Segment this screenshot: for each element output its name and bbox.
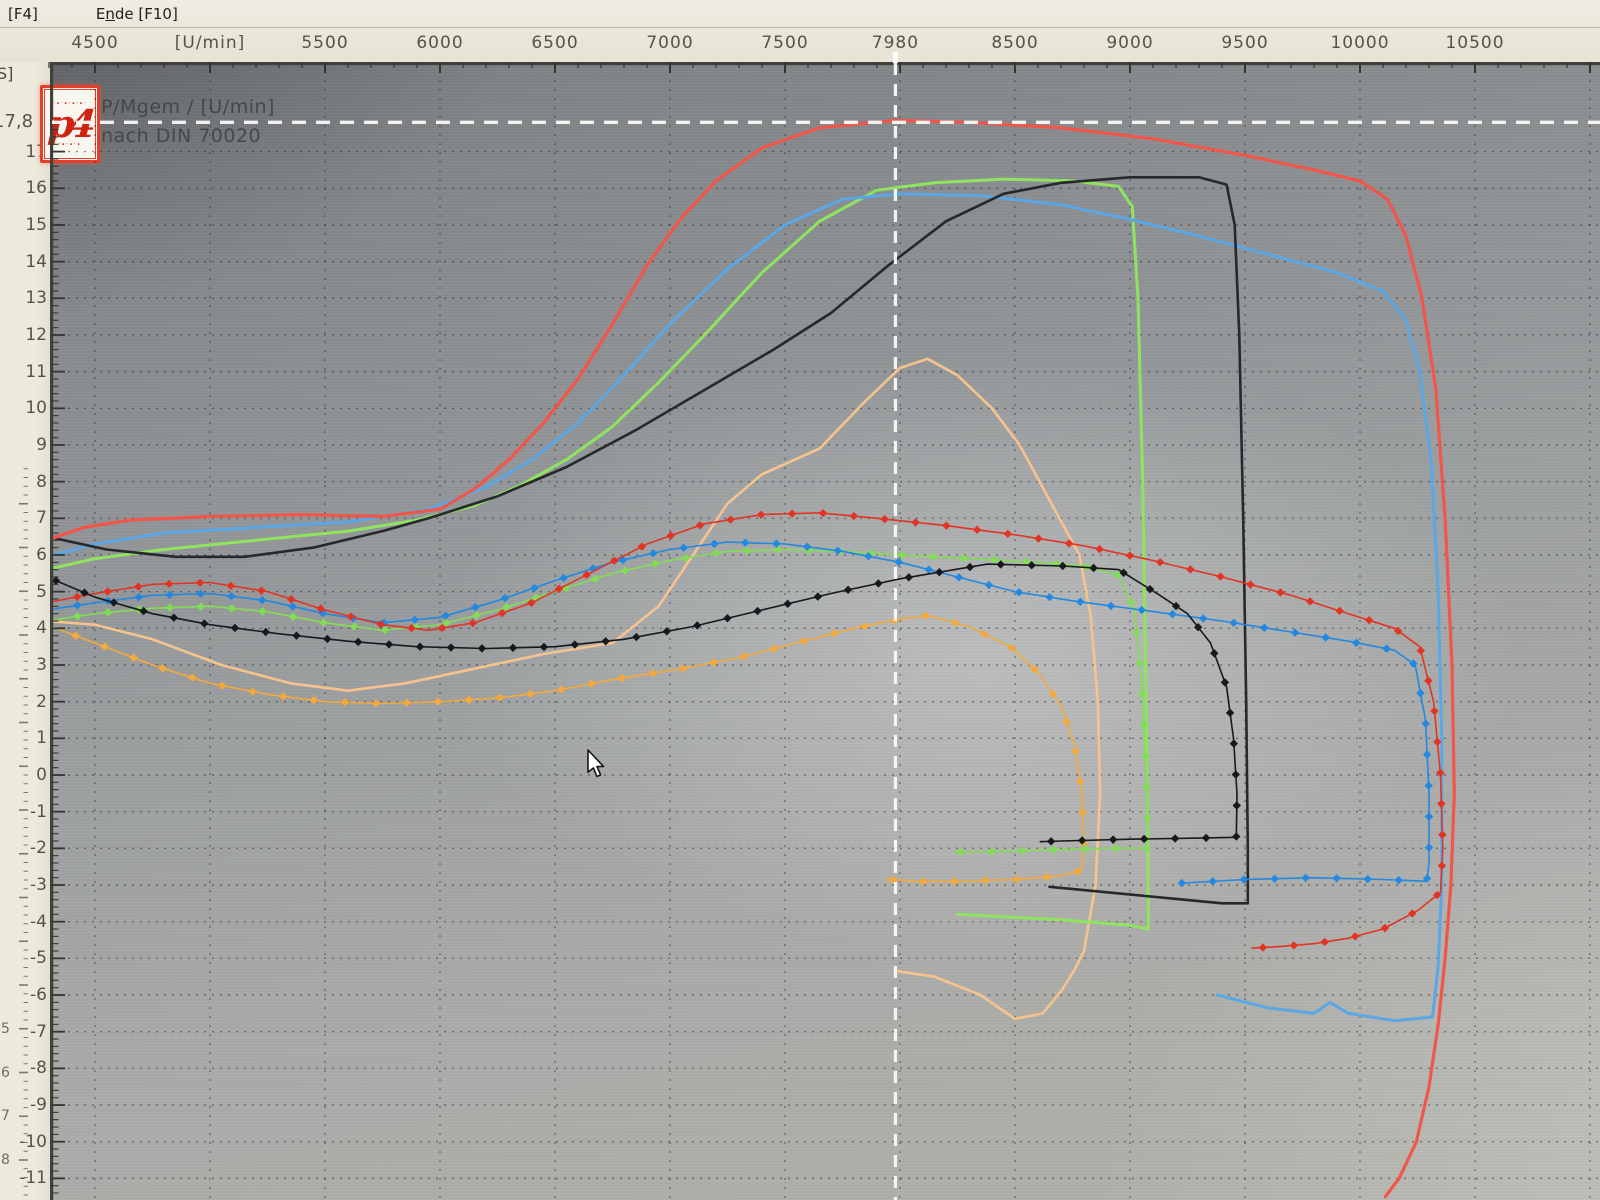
y-axis-label-5: 5 <box>2 582 47 602</box>
y-axis-label-2: 2 <box>2 692 47 712</box>
plot-title-line1: P/Mgem / [U/min] <box>101 93 275 122</box>
y-axis-label--2: -2 <box>2 838 47 858</box>
y-axis-label-13: 13 <box>2 288 47 308</box>
plot-title-line2: nach DIN 70020 <box>101 122 275 151</box>
y-axis-label-6: 6 <box>2 545 47 565</box>
x-axis-label-8500: 8500 <box>991 33 1038 53</box>
menu-bar: [F4] Ende [F10] <box>0 0 1600 28</box>
y-axis-label-15: 15 <box>2 215 47 235</box>
logo-text: p4 <box>47 107 92 141</box>
menu-ende-pre: E <box>96 5 105 23</box>
mini-axis-label-8: 8 <box>1 1152 15 1168</box>
y-axis-label--10: -10 <box>2 1132 47 1152</box>
y-axis-label--3: -3 <box>2 875 47 895</box>
x-axis-label-7000: 7000 <box>646 33 693 53</box>
y-axis-label-14: 14 <box>2 252 47 272</box>
x-axis-label-5500: 5500 <box>301 33 348 53</box>
menu-item-ende[interactable]: Ende [F10] <box>86 2 188 26</box>
x-axis-label-6000: 6000 <box>416 33 463 53</box>
y-axis-label-3: 3 <box>2 655 47 675</box>
y-axis-label--11: -11 <box>2 1168 47 1188</box>
x-axis-label-5000: [U/min] <box>175 33 246 53</box>
x-axis-label-9000: 9000 <box>1106 33 1153 53</box>
menu-item-f4[interactable]: [F4] <box>0 2 48 26</box>
y-axis-label--5: -5 <box>2 948 47 968</box>
dyno-app-window: [F4] Ende [F10] S] 17,8 ·∙·∙·∙·∙· p4 ·∙·… <box>0 0 1600 1200</box>
menu-ende-accel-char: n <box>105 5 115 23</box>
x-axis-label-10000: 10000 <box>1330 33 1389 53</box>
y-axis-label--1: -1 <box>2 802 47 822</box>
mini-axis-label-5: 5 <box>1 1021 15 1037</box>
menu-ende-post: de [F10] <box>115 5 178 23</box>
plot-area[interactable] <box>52 62 1600 1200</box>
y-axis-unit-label: S] <box>0 64 13 83</box>
x-axis-label-7500: 7500 <box>761 33 808 53</box>
y-axis-label-11: 11 <box>2 362 47 382</box>
x-axis-label-6500: 6500 <box>531 33 578 53</box>
y-axis-label-10: 10 <box>2 398 47 418</box>
y-axis-label-12: 12 <box>2 325 47 345</box>
x-axis-label-10500: 10500 <box>1445 33 1504 53</box>
y-axis-label-4: 4 <box>2 618 47 638</box>
x-axis-label-4500: 4500 <box>71 33 118 53</box>
y-axis-label-7: 7 <box>2 508 47 528</box>
y-axis-label-9: 9 <box>2 435 47 455</box>
y-axis-label-16: 16 <box>2 178 47 198</box>
x-axis-label-7980: 7980 <box>872 33 919 53</box>
mini-axis-label-7: 7 <box>1 1108 15 1124</box>
crosshair-value-label: 17,8 <box>0 111 35 132</box>
mini-axis-label-6: 6 <box>1 1065 15 1081</box>
y-axis-label--6: -6 <box>2 985 47 1005</box>
y-axis-label--4: -4 <box>2 912 47 932</box>
plot-title: P/Mgem / [U/min] nach DIN 70020 <box>101 93 275 151</box>
y-axis-label-0: 0 <box>2 765 47 785</box>
y-axis-label-8: 8 <box>2 472 47 492</box>
y-axis-label-1: 1 <box>2 728 47 748</box>
x-axis-label-9500: 9500 <box>1221 33 1268 53</box>
p4-logo: ·∙·∙·∙·∙· p4 ·∙·∙·∙ <box>40 85 100 163</box>
